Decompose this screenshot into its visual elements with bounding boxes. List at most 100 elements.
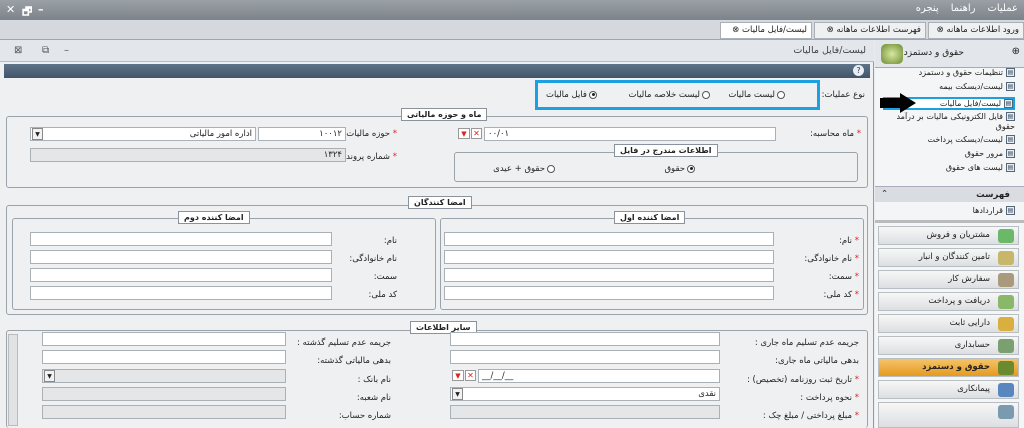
restore-panel-icon[interactable]: ⧉ <box>42 45 49 56</box>
first-id-label: * کد ملی: <box>823 290 859 300</box>
list-section-header[interactable]: فهرست ⌃ <box>875 186 1024 202</box>
module-receipts[interactable]: دریافت و پرداخت <box>878 292 1019 311</box>
zone-name-input[interactable]: اداره امور مالیاتی <box>30 127 256 141</box>
tree-item-lists[interactable]: ▤لیست های حقوق <box>883 163 1015 174</box>
close-icon[interactable]: ✕ <box>6 3 15 16</box>
collapse-icon[interactable]: ⌃ <box>881 189 888 199</box>
period-group-title: ماه و حوزه مالیاتی <box>401 108 488 121</box>
radio-salary-bonus[interactable]: حقوق + عیدی <box>493 164 555 174</box>
zone-dropdown-icon[interactable]: ▼ <box>32 128 43 140</box>
journal-date-input[interactable]: __/__/__ <box>478 369 720 383</box>
second-family-input[interactable] <box>30 250 332 264</box>
menu-help[interactable]: راهنما <box>951 3 976 14</box>
radio-tax-summary[interactable]: لیست خلاصه مالیات <box>629 90 710 100</box>
filter-date-icon[interactable]: ▼ <box>452 370 464 381</box>
current-debt-input[interactable] <box>450 350 720 364</box>
file-info-title: اطلاعات مندرج در فایل <box>614 144 718 157</box>
payment-amount-input[interactable] <box>450 405 720 419</box>
second-name-input[interactable] <box>30 232 332 246</box>
tab-monthly-list[interactable]: فهرست اطلاعات ماهانه ⊗ <box>814 22 926 39</box>
module-accounting[interactable]: حسابداری <box>878 336 1019 355</box>
module-fixed-assets[interactable]: دارایی ثابت <box>878 314 1019 333</box>
pointer-arrow-icon <box>880 93 916 113</box>
journal-date-label: * تاریخ ثبت روزنامه (تخصیص) : <box>746 375 859 385</box>
past-penalty-input[interactable] <box>42 332 286 346</box>
first-post-label: * سمت: <box>828 272 859 282</box>
tab-tax-list[interactable]: لیست/فایل مالیات ⊗ <box>720 22 812 39</box>
second-name-label: نام: <box>383 236 397 246</box>
second-id-label: کد ملی: <box>368 290 397 300</box>
first-family-input[interactable] <box>444 250 774 264</box>
first-family-label: * نام خانوادگی: <box>804 254 859 264</box>
month-label: * ماه محاسبه: <box>810 129 861 139</box>
first-signer-title: امضا کننده اول <box>614 211 686 224</box>
branch-name-label: نام شعبه: <box>356 393 391 403</box>
second-post-input[interactable] <box>30 268 332 282</box>
second-id-input[interactable] <box>30 286 332 300</box>
radio-tax-list[interactable]: لیست مالیات <box>728 90 785 100</box>
help-icon[interactable]: ? <box>853 65 864 76</box>
past-debt-label: بدهی مالیاتی گذشته: <box>317 356 391 366</box>
second-post-label: سمت: <box>373 272 397 282</box>
page-title: لیست/فایل مالیات <box>793 45 866 56</box>
tree-item-tax-electronic[interactable]: ▤فایل الکترونیکی مالیات بر درآمد حقوق <box>883 112 1015 134</box>
tree-item-browse[interactable]: ▤مرور حقوق <box>883 149 1015 162</box>
month-input[interactable]: ۰۰/۰۱ <box>484 127 776 141</box>
payment-dropdown-icon[interactable]: ▼ <box>452 388 463 400</box>
tab-monthly-entry[interactable]: ورود اطلاعات ماهانه ⊗ <box>928 22 1024 39</box>
splitter[interactable] <box>875 220 1024 223</box>
tree-item-payment[interactable]: ▤لیست/دیسکت پرداخت <box>883 135 1015 148</box>
module-sales[interactable]: مشتریان و فروش <box>878 226 1019 245</box>
current-penalty-input[interactable] <box>450 332 720 346</box>
filter-month-icon[interactable]: ▼ <box>458 128 470 139</box>
module-extra[interactable] <box>878 402 1019 428</box>
signers-title: امضا کنندگان <box>408 196 472 209</box>
window-titlebar: ✕ 🗗 – عملیات راهنما پنجره <box>0 0 1024 20</box>
first-id-input[interactable] <box>444 286 774 300</box>
first-name-input[interactable] <box>444 232 774 246</box>
module-contracting[interactable]: پیمانکاری <box>878 380 1019 399</box>
module-payroll[interactable]: حقوق و دستمزد <box>878 358 1019 377</box>
payment-method-label: * نحوه پرداخت : <box>800 393 859 403</box>
second-signer-title: امضا کننده دوم <box>178 211 250 224</box>
first-post-input[interactable] <box>444 268 774 282</box>
current-debt-label: بدهی مالیاتی ماه جاری: <box>775 356 859 366</box>
document-tabs: ورود اطلاعات ماهانه ⊗ فهرست اطلاعات ماها… <box>0 20 1024 40</box>
clear-date-icon[interactable]: ✕ <box>465 370 476 381</box>
module-suppliers[interactable]: تامین کنندگان و انبار <box>878 248 1019 267</box>
sidebar-header: حقوق و دستمزد ⊕ <box>875 40 1024 68</box>
list-item-contracts[interactable]: ▤قراردادها <box>883 206 1015 219</box>
bank-name-input[interactable] <box>42 369 286 383</box>
sidebar-tree: ▤تنظیمات حقوق و دستمزد ▤لیست/دیسکت بیمه … <box>875 68 1024 174</box>
close-panel-icon[interactable]: ⊠ <box>14 45 22 56</box>
pin-icon[interactable]: ⊕ <box>1012 46 1020 57</box>
main-menu: عملیات راهنما پنجره <box>916 3 1018 14</box>
case-input[interactable]: ۱۳۲۴ <box>30 148 346 162</box>
payment-method-input[interactable]: نقدی <box>450 387 720 401</box>
sidebar-title: حقوق و دستمزد <box>903 48 964 58</box>
clear-month-icon[interactable]: ✕ <box>471 128 482 139</box>
past-debt-input[interactable] <box>42 350 286 364</box>
current-penalty-label: جریمه عدم تسلیم ماه جاری : <box>754 338 859 348</box>
menu-operations[interactable]: عملیات <box>987 3 1018 14</box>
second-family-label: نام خانوادگی: <box>349 254 397 264</box>
minimize-icon[interactable]: – <box>38 3 44 16</box>
header-strip: ? <box>4 64 870 78</box>
account-number-input[interactable] <box>42 405 286 419</box>
minimize-panel-icon[interactable]: – <box>64 45 69 56</box>
radio-tax-file[interactable]: فایل مالیات <box>546 90 597 100</box>
module-logo-icon <box>881 44 903 64</box>
bank-dropdown-icon[interactable]: ▼ <box>44 370 55 382</box>
zone-code-input[interactable]: ۱۰۰۱۲ <box>258 127 346 141</box>
tree-item-settings[interactable]: ▤تنظیمات حقوق و دستمزد <box>883 68 1015 81</box>
account-number-label: شماره حساب: <box>338 411 391 421</box>
past-penalty-label: جریمه عدم تسلیم گذشته : <box>297 338 391 348</box>
main-panel: ⊠ ⧉ – لیست/فایل مالیات ? نوع عملیات: لیس… <box>0 40 874 428</box>
scrollbar[interactable] <box>8 334 18 426</box>
first-name-label: * نام: <box>838 236 859 246</box>
list-section-title: فهرست <box>976 190 1010 200</box>
branch-name-input[interactable] <box>42 387 286 401</box>
module-work-order[interactable]: سفارش کار <box>878 270 1019 289</box>
menu-window[interactable]: پنجره <box>916 3 939 14</box>
radio-salary[interactable]: حقوق <box>664 164 695 174</box>
